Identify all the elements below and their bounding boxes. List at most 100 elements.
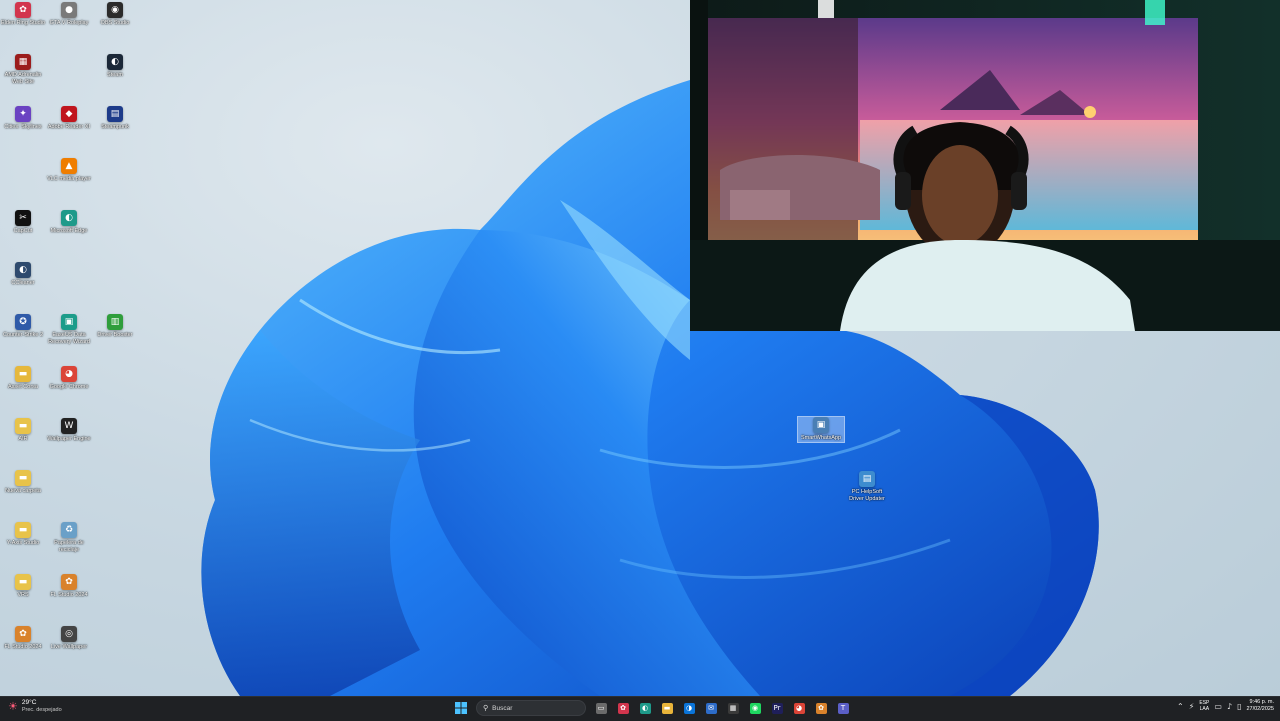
taskbar-app-store[interactable]: ▦ <box>724 699 742 717</box>
desktop-icon[interactable]: W Wallpaper Engine <box>46 418 92 443</box>
app-icon: ✪ <box>15 314 31 330</box>
start-button[interactable] <box>452 699 470 717</box>
weather-temperature: 29°C <box>21 699 37 706</box>
battery-saver-icon[interactable]: ⚡ <box>1189 702 1195 711</box>
desktop-icon-label: Nueva carpeta <box>5 488 41 494</box>
desktop-icon[interactable]: ◐ CCleaner <box>0 262 46 287</box>
app-icon: ▥ <box>107 314 123 330</box>
desktop-icon-label: VLC media player <box>47 176 91 182</box>
taskbar-app-copilot[interactable]: ✿ <box>614 699 632 717</box>
desktop-icon[interactable]: ▬ Asset Corsa <box>0 366 46 391</box>
app-icon: ▦ <box>15 54 31 70</box>
desktop-icon[interactable]: ◉ OBS Studio <box>92 2 138 27</box>
app-icon: ● <box>61 2 77 18</box>
desktop-icon[interactable]: ♻ Papelera de reciclaje <box>46 522 92 554</box>
desktop-icon[interactable]: ▣ SmartWhatsApp <box>797 416 845 443</box>
volume-icon[interactable]: ♪ <box>1227 702 1232 711</box>
desktop-icon[interactable]: ◆ Adobe Reader XI <box>46 106 92 131</box>
app-icon: ◉ <box>107 2 123 18</box>
keyboard-layout: LAA <box>1199 706 1210 712</box>
desktop-icon[interactable]: ▦ AMD Adrenalin Web Site <box>0 54 46 86</box>
webcam-scene <box>690 0 1280 331</box>
app-icon: ▤ <box>859 471 875 487</box>
app-icon: ◎ <box>61 626 77 642</box>
desktop-icon-label: Microsoft Edge <box>50 228 88 234</box>
taskbar-app-spotify[interactable]: ◉ <box>746 699 764 717</box>
clock[interactable]: 9:46 p. m. 27/02/2025 <box>1246 699 1274 713</box>
taskbar-app-edge[interactable]: ◐ <box>636 699 654 717</box>
teams-icon: T <box>837 702 849 714</box>
desktop-icon[interactable]: ✦ Cities: Skylines <box>0 106 46 131</box>
app-icon: ◐ <box>61 210 77 226</box>
app-icon: ▣ <box>813 417 829 433</box>
desktop-icon[interactable]: ✿ Elden Ring Studio <box>0 2 46 27</box>
taskbar-app-teams[interactable]: T <box>834 699 852 717</box>
app-icon: ◐ <box>107 54 123 70</box>
taskbar-app-google-chrome[interactable]: ◕ <box>790 699 808 717</box>
app-icon: ▬ <box>15 366 31 382</box>
desktop-icon[interactable]: ✿ FL Studio 2024 <box>46 574 92 599</box>
microsoft-edge-blue-icon: ◑ <box>683 702 695 714</box>
desktop-icon-label: OBS Studio <box>100 20 130 26</box>
taskbar-app-task-view[interactable]: ▭ <box>592 699 610 717</box>
app-icon: W <box>61 418 77 434</box>
taskbar-app-microsoft-edge-blue[interactable]: ◑ <box>680 699 698 717</box>
desktop-icon-label: EaseUS Data Recovery Wizard <box>48 332 90 345</box>
taskbar-app-mail[interactable]: ✉ <box>702 699 720 717</box>
google-chrome-icon: ◕ <box>793 702 805 714</box>
power-icon[interactable]: ▯ <box>1237 702 1241 711</box>
desktop-icon[interactable]: ▬ AIR <box>0 418 46 443</box>
weather-icon: ☀ <box>8 700 18 713</box>
desktop-icon-label: Papelera de reciclaje <box>54 540 84 553</box>
desktop-icon[interactable]: ● GTA V Roleplay <box>46 2 92 27</box>
clock-date: 27/02/2025 <box>1246 706 1274 712</box>
taskbar-center: ⚲ Buscar ▭ ✿ ◐ ▬ ◑ ✉ ▦ ◉ Pr ◕ ✿ T <box>452 699 852 717</box>
taskbar-app-fl-studio[interactable]: ✿ <box>812 699 830 717</box>
desktop-icon[interactable]: ✿ FL Studio 2024 <box>0 626 46 651</box>
desktop-icon[interactable]: ▣ EaseUS Data Recovery Wizard <box>46 314 92 346</box>
app-icon: ▬ <box>15 418 31 434</box>
app-icon: ▲ <box>61 158 77 174</box>
desktop-icon-label: Cities: Skylines <box>4 124 42 130</box>
desktop-icon[interactable]: ▬ VRS <box>0 574 46 599</box>
desktop-icon[interactable]: ▤ PC HelpSoft Driver Updater <box>844 471 890 503</box>
spotify-icon: ◉ <box>749 702 761 714</box>
desktop-icon-label: Y-Axis Studio <box>6 540 40 546</box>
app-icon: ◕ <box>61 366 77 382</box>
desktop-icon-label: CCleaner <box>11 280 35 286</box>
network-icon[interactable]: ▭ <box>1214 702 1222 711</box>
app-icon: ✿ <box>61 574 77 590</box>
app-icon: ▬ <box>15 574 31 590</box>
desktop-icon[interactable]: ✂ CapCut <box>0 210 46 235</box>
desktop-icon-label: Steampunk <box>101 124 129 130</box>
desktop-icon[interactable]: ▤ Steampunk <box>92 106 138 131</box>
desktop-icon[interactable]: ◐ Microsoft Edge <box>46 210 92 235</box>
desktop-icon-label: Driver Booster <box>97 332 133 338</box>
desktop-icon[interactable]: ▥ Driver Booster <box>92 314 138 339</box>
desktop-icon-label: Elden Ring Studio <box>0 20 46 26</box>
weather-widget[interactable]: ☀ 29°C Prec. despejado <box>8 699 62 714</box>
chevron-up-icon[interactable]: ⌃ <box>1177 702 1184 711</box>
desktop-icon[interactable]: ▲ VLC media player <box>46 158 92 183</box>
app-icon: ✦ <box>15 106 31 122</box>
desktop-icon[interactable]: ◎ Live Wallpaper <box>46 626 92 651</box>
desktop-icon-label: VRS <box>17 592 29 598</box>
desktop-icon-label: Google Chrome <box>49 384 89 390</box>
system-tray: ⌃ ⚡ ESP LAA ▭ ♪ ▯ 9:46 p. m. 27/02/2025 <box>1177 699 1274 713</box>
task-view-icon: ▭ <box>595 702 607 714</box>
app-icon: ♻ <box>61 522 77 538</box>
desktop-icon-label: CapCut <box>13 228 33 234</box>
desktop-icon[interactable]: ▬ Nueva carpeta <box>0 470 46 495</box>
desktop-icon[interactable]: ▬ Y-Axis Studio <box>0 522 46 547</box>
app-icon: ◐ <box>15 262 31 278</box>
search-box[interactable]: ⚲ Buscar <box>476 700 586 716</box>
taskbar-app-file-explorer[interactable]: ▬ <box>658 699 676 717</box>
desktop-icon[interactable]: ✪ Counter-Strike 2 <box>0 314 46 339</box>
language-indicator[interactable]: ESP LAA <box>1199 700 1209 712</box>
taskbar-app-premiere-pro[interactable]: Pr <box>768 699 786 717</box>
app-icon: ▤ <box>107 106 123 122</box>
desktop-icon-label: Asset Corsa <box>8 384 38 390</box>
weather-description: Prec. despejado <box>21 707 62 713</box>
desktop-icon[interactable]: ◕ Google Chrome <box>46 366 92 391</box>
desktop-icon[interactable]: ◐ Steam <box>92 54 138 79</box>
